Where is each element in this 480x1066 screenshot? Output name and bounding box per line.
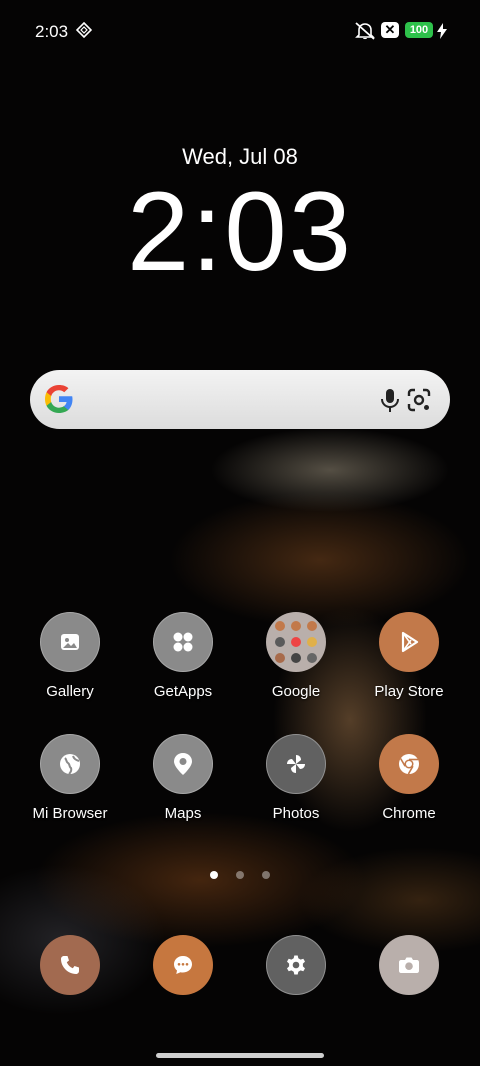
app-mi-browser[interactable]: Mi Browser [10,734,130,822]
app-label: Photos [272,805,320,822]
chrome-icon [379,734,439,794]
home-indicator[interactable] [156,1053,324,1058]
mic-icon[interactable] [376,386,404,414]
mute-icon [355,22,375,40]
app-label: Chrome [382,805,436,822]
play-store-icon [379,612,439,672]
page-dot[interactable] [262,871,271,879]
app-getapps[interactable]: GetApps [123,612,243,700]
phone-icon [40,935,100,995]
app-label: Play Store [374,683,444,700]
status-time: 2:03 [35,22,69,41]
map-pin-icon [153,734,213,794]
google-logo [45,385,73,413]
globe-icon [40,734,100,794]
pinwheel-icon [266,734,326,794]
page-dot[interactable] [209,871,218,879]
app-label: Gallery [46,683,94,700]
x-notification-icon: ✕ [381,22,399,38]
app-play-store[interactable]: Play Store [349,612,469,700]
app-folder-google[interactable]: Google [236,612,356,700]
dock-settings[interactable] [236,935,356,995]
app-photos[interactable]: Photos [236,734,356,822]
lens-icon[interactable] [405,386,433,414]
charging-bolt-icon [437,23,447,39]
getapps-icon [153,612,213,672]
lockscreen-clock[interactable]: 2:03 [0,170,480,294]
network-icon [76,22,92,38]
dock-phone[interactable] [10,935,130,995]
app-gallery[interactable]: Gallery [10,612,130,700]
folder-icon [266,612,326,672]
page-indicator [0,866,480,884]
page-dot[interactable] [236,871,244,879]
app-maps[interactable]: Maps [123,734,243,822]
app-label: Mi Browser [32,805,108,822]
messages-icon [153,935,213,995]
settings-icon [266,935,326,995]
battery-icon: 100 [405,22,433,38]
lockscreen-date: Wed, Jul 08 [182,144,298,169]
status-bar: 2:03 ✕ 100 [0,0,480,62]
dock-messages[interactable] [123,935,243,995]
dock-camera[interactable] [349,935,469,995]
app-label: GetApps [153,683,213,700]
google-search-bar[interactable] [30,370,450,429]
app-chrome[interactable]: Chrome [349,734,469,822]
camera-icon [379,935,439,995]
app-label: Google [271,683,321,700]
app-label: Maps [164,805,202,822]
gallery-icon [40,612,100,672]
